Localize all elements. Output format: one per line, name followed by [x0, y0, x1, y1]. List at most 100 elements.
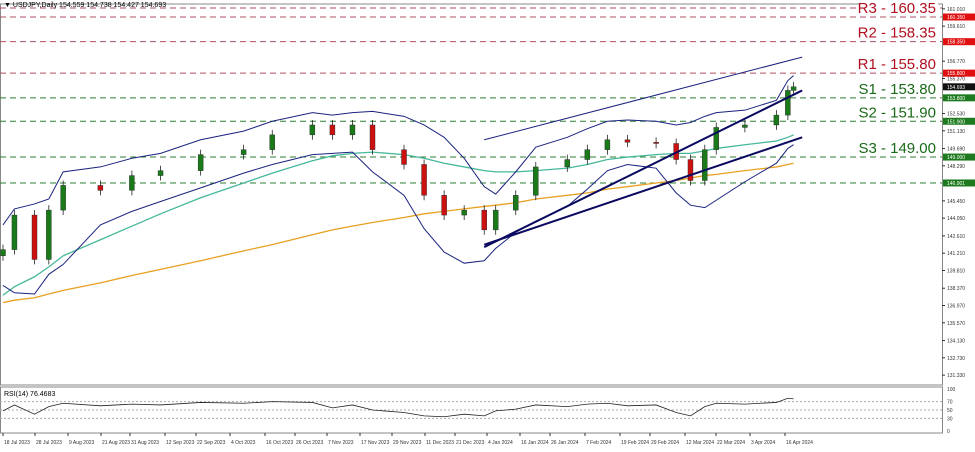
- price-tick-label: 142.610: [947, 234, 965, 240]
- price-tick-label: 145.450: [947, 199, 965, 205]
- candle-body: [584, 149, 591, 160]
- candle-body: [702, 149, 708, 181]
- rsi-tick-label: 30: [947, 416, 953, 422]
- candle-body: [97, 185, 104, 191]
- level-axis-label: 146.901: [947, 181, 965, 187]
- candle-body: [11, 214, 18, 250]
- rsi-line: [2, 397, 794, 418]
- price-tick-label: 151.130: [947, 129, 965, 135]
- date-tick-label: 28 Jul 2023: [36, 440, 62, 446]
- candle-body: [157, 170, 164, 176]
- date-tick-label: 29 Nov 2023: [393, 440, 422, 446]
- level-axis-label: 149.000: [947, 155, 965, 161]
- candle-body: [46, 209, 52, 260]
- symbol-ohlc: USDJPY,Daily 154.559 154.738 154.427 154…: [12, 2, 167, 9]
- level-label-4: S2 - 151.90: [858, 104, 936, 121]
- symbol-header: ▼ USDJPY,Daily 154.559 154.738 154.427 1…: [4, 2, 166, 9]
- level-label-1: R2 - 158.35: [858, 25, 936, 42]
- dropdown-triangle-icon[interactable]: ▼: [4, 2, 11, 9]
- price-tick-label: 159.610: [947, 24, 965, 30]
- date-tick-label: 29 Feb 2024: [651, 440, 679, 446]
- date-tick-label: 19 Feb 2024: [621, 440, 649, 446]
- date-tick-label: 7 Nov 2023: [328, 440, 354, 446]
- ma200-line: [2, 162, 794, 304]
- rsi-tick-label: 100: [947, 387, 956, 393]
- price-tick-label: 136.970: [947, 304, 965, 310]
- price-tick-label: 144.050: [947, 216, 965, 222]
- candle-body: [713, 127, 719, 150]
- level-axis-label: 153.800: [947, 96, 965, 102]
- price-tick-label: 135.570: [947, 321, 965, 327]
- candle-body: [60, 185, 66, 211]
- date-tick-label: 16 Oct 2023: [266, 440, 293, 446]
- date-tick-label: 31 Aug 2023: [131, 440, 159, 446]
- date-tick-label: 21 Aug 2023: [102, 440, 130, 446]
- candle-body: [329, 124, 336, 136]
- level-label-2: R1 - 155.80: [858, 56, 936, 73]
- candle-body: [240, 149, 247, 155]
- level-axis-label: 160.350: [947, 15, 965, 21]
- candle-body: [785, 90, 791, 116]
- last-price-label: 154.693: [947, 85, 965, 91]
- date-tick-label: 16 Apr 2024: [786, 440, 813, 446]
- candle-body: [0, 249, 6, 256]
- candle-body: [513, 195, 519, 211]
- date-tick-label: 16 Jan 2024: [521, 440, 549, 446]
- candle-body: [624, 139, 631, 143]
- level-label-0: R3 - 160.35: [858, 0, 936, 17]
- date-tick-label: 4 Jan 2024: [488, 440, 513, 446]
- date-tick-label: 21 Dec 2023: [456, 440, 485, 446]
- date-tick-label: 26 Jan 2024: [551, 440, 579, 446]
- date-tick-label: 18 Jul 2023: [4, 440, 30, 446]
- candle-body: [687, 159, 694, 181]
- price-tick-label: 138.370: [947, 286, 965, 292]
- date-tick-label: 12 Sep 2023: [166, 440, 195, 446]
- rsi-header: RSI(14) 76.4683: [4, 391, 56, 398]
- candle-body: [533, 166, 539, 196]
- candle-body: [481, 209, 487, 231]
- trendline-uptrend-secondary: [483, 136, 803, 246]
- price-tick-label: 131.330: [947, 373, 965, 379]
- candle-body: [401, 149, 407, 165]
- candle-body: [653, 142, 659, 144]
- price-tick-label: 148.290: [947, 164, 965, 170]
- level-axis-label: 151.900: [947, 119, 965, 125]
- price-tick-label: 152.530: [947, 111, 965, 117]
- level-label-3: S1 - 153.80: [858, 81, 936, 98]
- date-tick-label: 17 Nov 2023: [361, 440, 390, 446]
- price-tick-label: 139.810: [947, 268, 965, 274]
- level-label-5: S3 - 149.00: [858, 140, 936, 157]
- candle-body: [742, 124, 748, 128]
- price-tick-label: 155.370: [947, 76, 965, 82]
- level-axis-label: 158.350: [947, 40, 965, 46]
- trendline-uptrend-main: [483, 89, 803, 249]
- candle-body: [269, 134, 275, 150]
- date-tick-label: 9 Aug 2023: [69, 440, 95, 446]
- candle-body: [31, 214, 38, 260]
- candle-body: [309, 124, 316, 136]
- candle-body: [790, 86, 797, 91]
- candle-body: [441, 195, 447, 216]
- price-tick-label: 161.010: [947, 7, 965, 13]
- candle-body: [564, 159, 571, 168]
- candle-body: [492, 209, 499, 231]
- candle-body: [369, 124, 376, 150]
- date-tick-label: 7 Feb 2024: [586, 440, 612, 446]
- candle-body: [129, 175, 135, 191]
- rsi-tick-label: 70: [947, 400, 953, 406]
- rsi-tick-label: 0: [947, 429, 950, 435]
- trendline-channel-upper: [484, 56, 803, 141]
- candle-body: [461, 209, 467, 216]
- candle-body: [349, 124, 356, 136]
- price-tick-label: 134.130: [947, 339, 965, 345]
- price-tick-label: 132.730: [947, 356, 965, 362]
- date-tick-label: 12 Mar 2024: [686, 440, 714, 446]
- date-tick-label: 11 Dec 2023: [426, 440, 454, 446]
- price-tick-label: 156.770: [947, 59, 965, 65]
- date-tick-label: 26 Oct 2023: [296, 440, 323, 446]
- price-chart[interactable]: 161.010 159.610 156.770 155.370 152.530 151.1…: [0, 0, 975, 452]
- candle-body: [197, 154, 204, 171]
- date-tick-label: 3 Apr 2024: [751, 440, 775, 446]
- date-tick-label: 22 Mar 2024: [717, 440, 745, 446]
- candle-body: [604, 139, 611, 150]
